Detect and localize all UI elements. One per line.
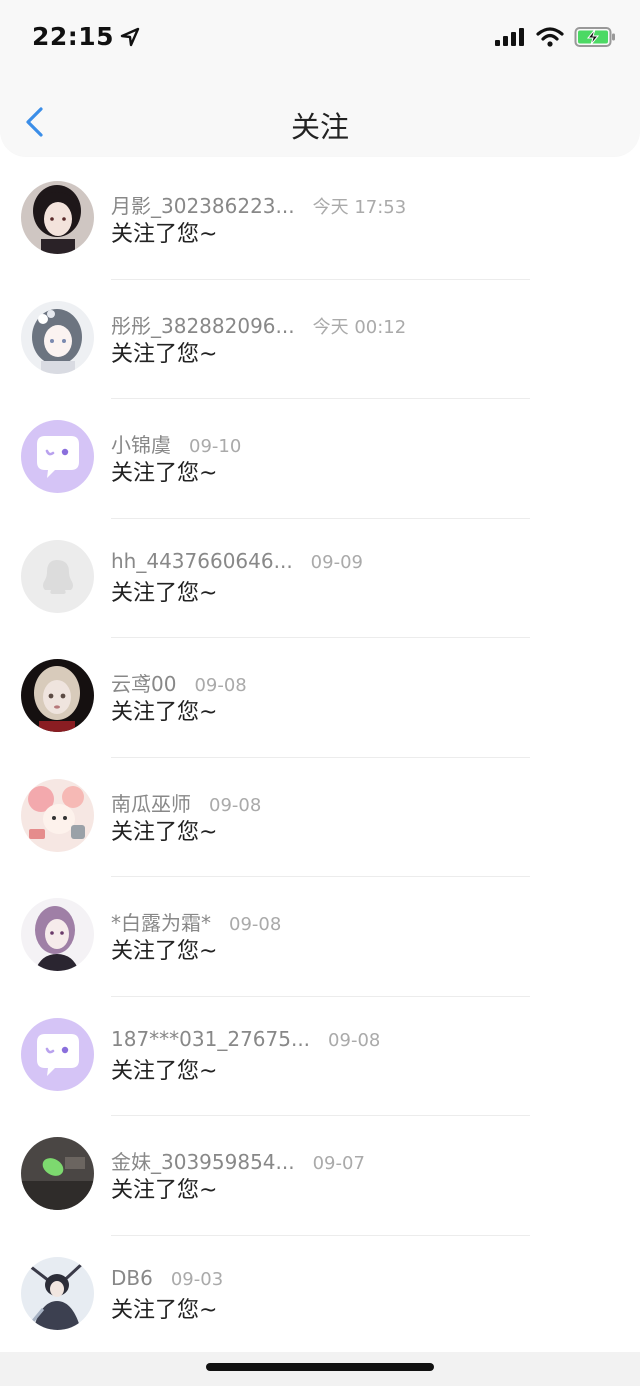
notification-text: 关注了您~ — [111, 341, 218, 367]
avatar[interactable] — [21, 659, 94, 732]
cellular-signal-icon — [495, 28, 524, 46]
list-item[interactable]: 月影_302386223... 今天 17:53 关注了您~ — [0, 160, 640, 280]
user-name[interactable]: 南瓜巫师 — [111, 788, 191, 817]
notification-text: 关注了您~ — [111, 461, 218, 486]
notification-text: 关注了您~ — [111, 1058, 218, 1084]
list-item[interactable]: *白露为霜* 09-08 关注了您~ — [0, 877, 640, 997]
green-leaf-photo-avatar-icon — [21, 1137, 94, 1210]
user-name[interactable]: 彤彤_382882096... — [111, 310, 295, 339]
user-name[interactable]: 187***031_27675... — [111, 1027, 310, 1051]
list-item[interactable]: 小锦虞 09-10 关注了您~ — [0, 399, 640, 519]
timestamp: 09-10 — [189, 436, 242, 457]
list-item[interactable]: 彤彤_382882096... 今天 00:12 关注了您~ — [0, 280, 640, 399]
name-row: 月影_302386223... 今天 17:53 — [111, 190, 406, 219]
user-name[interactable]: 月影_302386223... — [111, 190, 295, 219]
notification-text: 关注了您~ — [111, 1178, 218, 1203]
avatar[interactable] — [21, 539, 94, 613]
user-name[interactable]: 小锦虞 — [111, 429, 171, 458]
user-name[interactable]: *白露为霜* — [111, 907, 211, 936]
timestamp: 今天 00:12 — [312, 316, 407, 338]
wifi-icon — [536, 27, 564, 47]
timestamp: 09-03 — [170, 1268, 224, 1290]
timestamp: 今天 17:53 — [312, 197, 407, 218]
status-icons — [494, 26, 616, 48]
user-name[interactable]: 金妹_303959854... — [111, 1146, 295, 1175]
home-indicator[interactable] — [206, 1363, 434, 1371]
list-item[interactable]: 金妹_303959854... 09-07 关注了您~ — [0, 1116, 640, 1236]
avatar[interactable] — [21, 1256, 94, 1330]
name-row: 彤彤_382882096... 今天 00:12 — [111, 310, 406, 339]
name-row: DB6 09-03 — [111, 1266, 223, 1290]
follower-list: 月影_302386223... 今天 17:53 关注了您~ 彤彤_382882… — [0, 160, 640, 1355]
notification-text: 关注了您~ — [111, 700, 218, 725]
list-item[interactable]: 云鸢00 09-08 关注了您~ — [0, 638, 640, 758]
name-row: 187***031_27675... 09-08 — [111, 1027, 380, 1051]
notification-text: 关注了您~ — [111, 580, 218, 606]
user-name[interactable]: 云鸢00 — [111, 668, 176, 697]
name-row: 南瓜巫师 09-08 — [111, 788, 261, 817]
timestamp: 09-08 — [328, 1029, 381, 1051]
list-item[interactable]: DB6 09-03 关注了您~ — [0, 1236, 640, 1356]
avatar[interactable] — [21, 898, 94, 971]
location-arrow-icon — [120, 27, 140, 46]
navigation-header: 22:15 关注 — [0, 0, 640, 156]
avatar[interactable] — [21, 778, 94, 852]
timestamp: 09-08 — [194, 675, 247, 696]
avatar[interactable] — [21, 1017, 94, 1091]
notification-text: 关注了您~ — [111, 939, 218, 964]
list-item[interactable]: hh_4437660646... 09-09 关注了您~ — [0, 519, 640, 638]
dark-haired-girl-avatar-icon — [21, 181, 94, 254]
name-row: hh_4437660646... 09-09 — [111, 549, 363, 573]
avatar[interactable] — [21, 1137, 94, 1210]
anime-girl-flowers-avatar-icon — [21, 300, 94, 374]
timestamp: 09-09 — [310, 551, 363, 573]
pink-cartoon-avatar-icon — [21, 778, 94, 852]
avatar[interactable] — [21, 300, 94, 374]
timestamp: 09-08 — [209, 794, 262, 816]
chat-bubble-avatar-icon — [21, 420, 94, 493]
user-name[interactable]: DB6 — [111, 1266, 153, 1290]
list-item[interactable]: 187***031_27675... 09-08 关注了您~ — [0, 997, 640, 1116]
avatar[interactable] — [21, 420, 94, 493]
battery-charging-icon — [574, 27, 615, 47]
clock-text: 22:15 — [32, 22, 115, 51]
notification-text: 关注了您~ — [111, 819, 218, 845]
anime-warrior-avatar-icon — [21, 1256, 94, 1330]
page-title: 关注 — [290, 110, 349, 144]
user-name[interactable]: hh_4437660646... — [111, 549, 293, 573]
name-row: 小锦虞 09-10 — [111, 429, 241, 458]
name-row: 金妹_303959854... 09-07 — [111, 1146, 365, 1175]
name-row: 云鸢00 09-08 — [111, 668, 247, 697]
status-bar-time: 22:15 — [32, 22, 140, 51]
name-row: *白露为霜* 09-08 — [111, 907, 281, 936]
penguin-avatar-icon — [21, 539, 94, 613]
blonde-doll-avatar-icon — [21, 659, 94, 732]
notification-text: 关注了您~ — [111, 222, 218, 247]
timestamp: 09-08 — [229, 914, 282, 935]
avatar[interactable] — [21, 181, 94, 254]
list-item[interactable]: 南瓜巫师 09-08 关注了您~ — [0, 758, 640, 877]
timestamp: 09-07 — [312, 1153, 365, 1174]
notification-text: 关注了您~ — [111, 1297, 218, 1323]
chat-bubble-avatar-icon — [21, 1017, 94, 1091]
purple-hair-anime-avatar-icon — [21, 898, 94, 971]
